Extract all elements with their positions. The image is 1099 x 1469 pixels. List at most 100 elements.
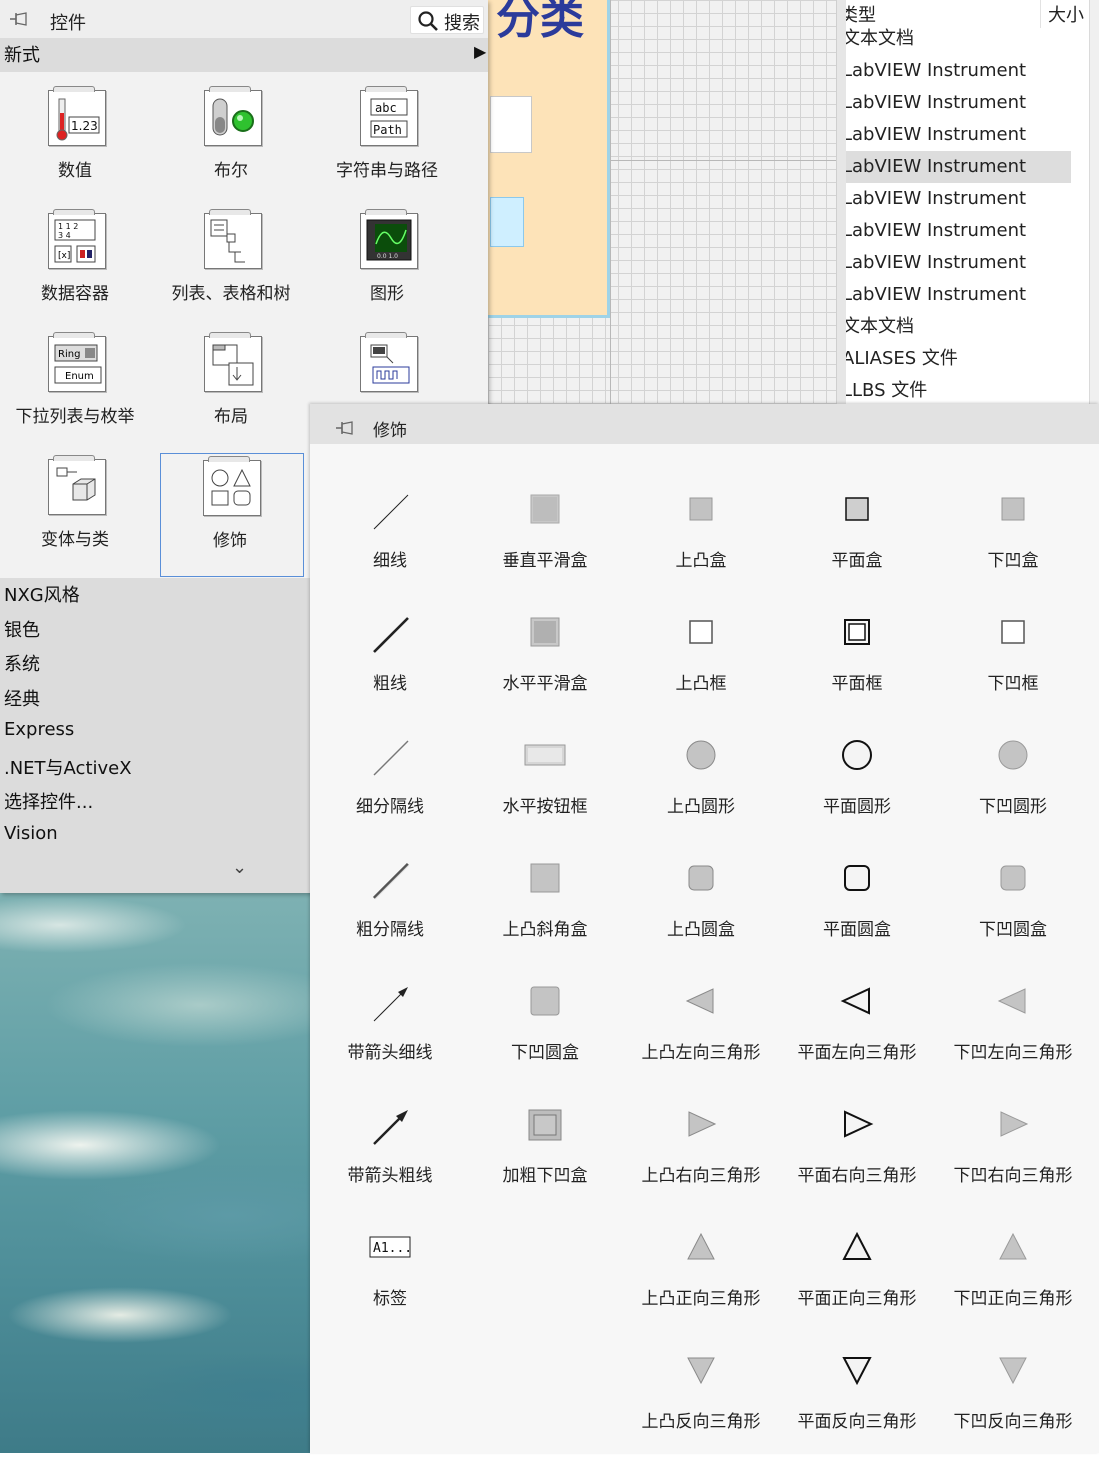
decoration-raised-rounded-box[interactable]: 上凸圆盒 (623, 857, 779, 977)
pin-icon[interactable] (334, 418, 356, 438)
decoration-raised-circle[interactable]: 上凸圆形 (623, 734, 779, 854)
file-list-row[interactable]: 文本文档 (846, 311, 1071, 343)
ring-enum-icon: Ring Enum (48, 332, 106, 392)
file-list-row[interactable]: LabVIEW Instrument (846, 215, 1071, 247)
file-list-row[interactable]: LabVIEW Instrument (846, 247, 1071, 279)
label-icon: A1... (369, 1236, 412, 1258)
raised-circle-icon (686, 740, 716, 770)
palette-item-layout[interactable]: 布局 (160, 326, 300, 446)
palette-item-variant-class[interactable]: 变体与类 (4, 449, 144, 569)
decoration-thick-divider[interactable]: 粗分隔线 (312, 857, 468, 977)
category-item[interactable]: 经典 (4, 685, 40, 711)
decoration-flat-left-triangle[interactable]: 平面左向三角形 (779, 980, 935, 1100)
decoration-raised-down-triangle[interactable]: 上凸反向三角形 (623, 1349, 779, 1469)
decoration-thin-line[interactable]: 细线 (312, 488, 468, 608)
decoration-label: 下凹左向三角形 (953, 1043, 1073, 1063)
decoration-recessed-circle[interactable]: 下凹圆形 (935, 734, 1091, 854)
decoration-thick-arrow-line[interactable]: 带箭头粗线 (312, 1103, 468, 1223)
decoration-flat-box[interactable]: 平面盒 (779, 488, 935, 608)
decoration-recessed-frame[interactable]: 下凹框 (935, 611, 1091, 731)
category-item[interactable]: 系统 (4, 650, 40, 676)
front-panel (470, 0, 610, 318)
decoration-recessed-rounded-box[interactable]: 下凹圆盒 (935, 857, 1091, 977)
decoration-flat-rounded-box[interactable]: 平面圆盒 (779, 857, 935, 977)
file-list-row[interactable]: LLBS 文件 (846, 375, 1071, 407)
category-item[interactable]: 选择控件... (4, 788, 93, 814)
decoration-label: 平面框 (831, 674, 883, 694)
decoration-raised-frame[interactable]: 上凸框 (623, 611, 779, 731)
file-list-row[interactable]: LabVIEW Instrument (846, 183, 1071, 215)
io-icon (360, 332, 418, 392)
decoration-raised-box[interactable]: 上凸盒 (623, 488, 779, 608)
palette-item-numeric[interactable]: 1.23 数值 (4, 80, 144, 200)
front-panel-selected-control[interactable] (490, 197, 524, 247)
decoration-recessed-down-triangle[interactable]: 下凹反向三角形 (935, 1349, 1091, 1469)
recessed-box-icon (1001, 497, 1025, 521)
decoration-flat-circle[interactable]: 平面圆形 (779, 734, 935, 854)
category-item[interactable]: 银色 (4, 616, 40, 642)
palette-item-list-table-tree[interactable]: 列表、表格和树 (160, 203, 300, 323)
file-list-scrollbar[interactable] (1089, 0, 1099, 410)
category-item[interactable]: .NET与ActiveX (4, 754, 132, 780)
decoration-recessed-left-triangle[interactable]: 下凹左向三角形 (935, 980, 1091, 1100)
category-header-modern[interactable]: 新式 ▶ (0, 38, 488, 72)
category-item[interactable]: Vision (4, 823, 58, 844)
decoration-recessed-up-triangle[interactable]: 下凹正向三角形 (935, 1226, 1091, 1346)
decoration-flat-up-triangle[interactable]: 平面正向三角形 (779, 1226, 935, 1346)
category-header-label: 新式 (4, 45, 40, 66)
recessed-frame-icon (1001, 620, 1025, 644)
file-list-row[interactable]: LabVIEW Instrument (846, 55, 1071, 87)
recessed-down-triangle-icon (999, 1357, 1027, 1385)
palette-item-graph[interactable]: 0.0 1.0 图形 (316, 203, 456, 323)
file-list-row[interactable]: 文本文档 (846, 23, 1071, 55)
front-panel-control[interactable] (490, 96, 532, 153)
decoration-raised-right-triangle[interactable]: 上凸右向三角形 (623, 1103, 779, 1223)
decorations-icon (203, 456, 261, 516)
decoration-recessed-box[interactable]: 下凹盒 (935, 488, 1091, 608)
boolean-icon (204, 86, 262, 146)
palette-item-ring-enum[interactable]: Ring Enum 下拉列表与枚举 (4, 326, 144, 446)
expand-arrow-icon[interactable]: ▶ (474, 42, 486, 61)
thick-recessed-box-icon (528, 1109, 562, 1141)
flat-left-triangle-icon (840, 987, 870, 1015)
decoration-label: 上凸反向三角形 (641, 1412, 761, 1432)
decoration-label: 平面左向三角形 (797, 1043, 917, 1063)
palette-item-string-path[interactable]: abc Path 字符串与路径 (316, 80, 456, 200)
decoration-label[interactable]: A1... 标签 (312, 1226, 468, 1346)
recessed-rounded-box-2-icon (530, 986, 560, 1016)
decoration-flat-down-triangle[interactable]: 平面反向三角形 (779, 1349, 935, 1469)
file-list-row[interactable]: LabVIEW Instrument (846, 119, 1071, 151)
decoration-recessed-rounded-box-2[interactable]: 下凹圆盒 (467, 980, 623, 1100)
category-item[interactable]: NXG风格 (4, 581, 80, 607)
decoration-raised-left-triangle[interactable]: 上凸左向三角形 (623, 980, 779, 1100)
decoration-horizontal-smooth-box[interactable]: 水平平滑盒 (467, 611, 623, 731)
file-list-row[interactable]: LabVIEW Instrument (846, 87, 1071, 119)
decoration-label: 上凸斜角盒 (502, 920, 588, 940)
decoration-raised-up-triangle[interactable]: 上凸正向三角形 (623, 1226, 779, 1346)
palette-item-decorations[interactable]: 修饰 (160, 453, 304, 577)
list-table-tree-icon (204, 209, 262, 269)
file-list: 类型 大小 文本文档 LabVIEW Instrument LabVIEW Inst… (846, 0, 1099, 410)
file-list-row[interactable]: LabVIEW Instrument (846, 151, 1071, 183)
decoration-thin-arrow-line[interactable]: 带箭头细线 (312, 980, 468, 1100)
decoration-raised-bevel-box[interactable]: 上凸斜角盒 (467, 857, 623, 977)
flat-circle-icon (842, 740, 872, 770)
search-button[interactable]: 搜索 (410, 6, 484, 34)
decoration-horizontal-button-box[interactable]: 水平按钮框 (467, 734, 623, 854)
pin-icon[interactable] (8, 9, 30, 29)
file-list-row[interactable]: LabVIEW Instrument (846, 279, 1071, 311)
decoration-thick-line[interactable]: 粗线 (312, 611, 468, 731)
palette-item-boolean[interactable]: 布尔 (160, 80, 300, 200)
decoration-label: 标签 (373, 1289, 407, 1309)
decoration-vertical-smooth-box[interactable]: 垂直平滑盒 (467, 488, 623, 608)
palette-item-data-container[interactable]: 1 1 23 4 [x] 数据容器 (4, 203, 144, 323)
file-list-row[interactable]: ALIASES 文件 (846, 343, 1071, 375)
decoration-label: 平面右向三角形 (797, 1166, 917, 1186)
category-item[interactable]: Express (4, 719, 74, 740)
more-chevron-icon[interactable]: ⌄ (232, 857, 247, 878)
decoration-flat-frame[interactable]: 平面框 (779, 611, 935, 731)
decoration-thick-recessed-box[interactable]: 加粗下凹盒 (467, 1103, 623, 1223)
decoration-recessed-right-triangle[interactable]: 下凹右向三角形 (935, 1103, 1091, 1223)
decoration-flat-right-triangle[interactable]: 平面右向三角形 (779, 1103, 935, 1223)
decoration-thin-divider[interactable]: 细分隔线 (312, 734, 468, 854)
